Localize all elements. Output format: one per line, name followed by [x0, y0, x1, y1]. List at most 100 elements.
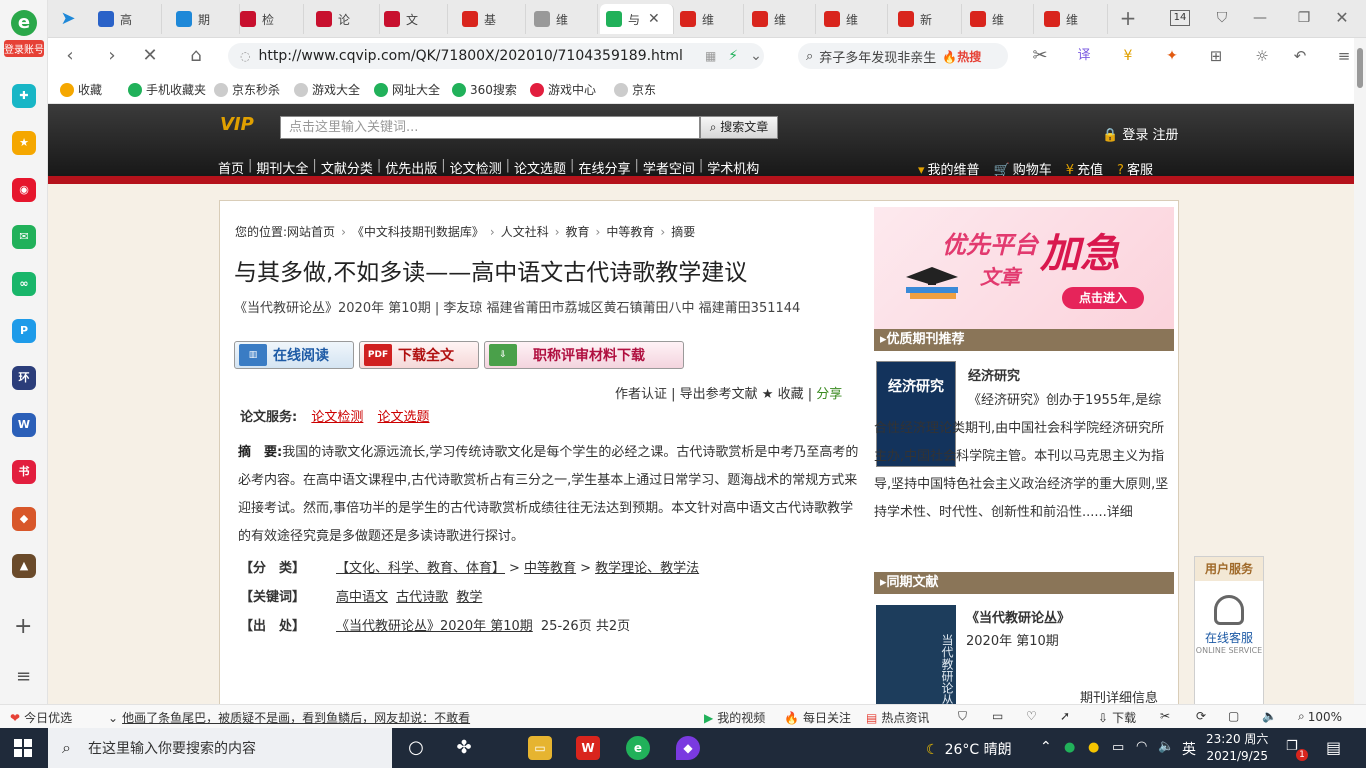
site-nav-item-2[interactable]: 文献分类 — [321, 158, 373, 177]
classification-link-2[interactable]: 中等教育 — [524, 561, 576, 576]
volume-icon[interactable]: 🔈 — [1158, 739, 1174, 754]
site-nav-item-1[interactable]: 期刊大全 — [256, 158, 308, 177]
input-language[interactable]: 英 — [1182, 739, 1196, 759]
tab-4[interactable]: 文 — [378, 4, 448, 34]
tab-1[interactable]: 期 — [170, 4, 240, 34]
shield-icon[interactable]: ⛉ — [958, 709, 967, 724]
bookmark-3[interactable]: 游戏大全 — [294, 81, 360, 98]
scissors-icon[interactable]: ✂ — [1160, 709, 1170, 723]
sidebar-word-icon[interactable]: W — [12, 413, 36, 437]
sidebar-xiaohongshu-icon[interactable]: 书 — [12, 460, 36, 484]
paper-topic-link[interactable]: 论文选题 — [378, 410, 430, 425]
close-tab-icon[interactable]: ✕ — [648, 11, 660, 27]
account-login[interactable]: e 登录账号 — [4, 10, 44, 58]
search-input[interactable]: ⌕ 弃子多年发现非亲生 🔥热搜 — [798, 43, 1008, 69]
site-search-input[interactable]: 点击这里输入关键词... — [280, 116, 700, 139]
journal-cover-contemporary[interactable]: 当代教研论丛 — [876, 605, 956, 704]
refresh-icon[interactable]: ⟳ — [1196, 709, 1206, 723]
undo-icon[interactable]: ↶ — [1288, 44, 1312, 68]
scrollbar-thumb[interactable] — [1357, 48, 1363, 88]
tab-9[interactable]: 维 — [746, 4, 816, 34]
scissors-icon[interactable]: ✂ — [1028, 44, 1052, 68]
action-center-icon[interactable]: ▤ — [1326, 738, 1341, 757]
classification-link-3[interactable]: 教学理论、教学法 — [595, 561, 699, 576]
start-button[interactable] — [14, 739, 32, 757]
brightness-icon[interactable]: ☼ — [1250, 44, 1274, 68]
news-ticker-text[interactable]: 他画了条鱼尾巴，被质疑不是画，看到鱼鳞后，网友却说：不敢看 — [122, 709, 470, 726]
tab-count-badge[interactable]: 14 — [1170, 10, 1190, 26]
close-window-icon[interactable]: ✕ — [1330, 6, 1354, 30]
tab-8[interactable]: 维 — [674, 4, 744, 34]
daily-focus[interactable]: 🔥 每日关注 — [784, 709, 851, 726]
login-link[interactable]: 登录 — [1122, 128, 1148, 143]
breadcrumb-item-4[interactable]: 中等教育 — [606, 225, 654, 239]
tray-app1-icon[interactable]: ● — [1064, 740, 1075, 755]
tab-13[interactable]: 维 — [1038, 4, 1108, 34]
speaker-icon[interactable]: 🔈 — [1262, 709, 1277, 723]
tray-app2-icon[interactable]: ● — [1088, 740, 1099, 755]
site-nav-item-5[interactable]: 论文选题 — [514, 158, 566, 177]
zoom-control[interactable]: ⌕ 100% — [1298, 709, 1342, 724]
priority-publish-ad[interactable]: 优先平台 加急 文章 点击进入 — [874, 207, 1174, 329]
register-link[interactable]: 注册 — [1152, 128, 1178, 143]
tab-12[interactable]: 维 — [964, 4, 1034, 34]
my-videos[interactable]: ▶ 我的视频 — [704, 709, 765, 726]
sidebar-add-button[interactable]: + — [14, 614, 32, 639]
taskbar-search-input[interactable]: ⌕ 在这里输入你要搜索的内容 — [48, 728, 392, 768]
qr-code-icon[interactable]: ▦ — [705, 49, 716, 63]
site-nav-item-4[interactable]: 论文检测 — [450, 158, 502, 177]
breadcrumb-item-2[interactable]: 人文社科 — [501, 225, 549, 239]
sidebar-weibo-icon[interactable]: ◉ — [12, 178, 36, 202]
sidebar-menu-button[interactable]: ≡ — [16, 666, 31, 687]
tab-7[interactable]: 与 ✕ — [600, 4, 674, 34]
site-nav-item-6[interactable]: 在线分享 — [578, 158, 630, 177]
stop-loading-icon[interactable]: ✕ — [138, 44, 162, 68]
battery-icon[interactable]: ▭ — [1112, 740, 1124, 755]
url-dropdown-icon[interactable]: ⌄ — [750, 48, 762, 64]
news-ticker[interactable]: ⌄ 他画了条鱼尾巴，被质疑不是画，看到鱼鳞后，网友却说：不敢看 — [108, 709, 470, 726]
sidebar-p-app-icon[interactable]: P — [12, 319, 36, 343]
url-bar[interactable]: ◌ http://www.cqvip.com/QK/71800X/202010/… — [228, 43, 764, 69]
speed-mode-icon[interactable]: ⚡ — [728, 48, 738, 64]
window-icon[interactable]: ▢ — [1228, 709, 1239, 723]
home-icon[interactable]: ⌂ — [184, 44, 208, 68]
ad-enter-button[interactable]: 点击进入 — [1062, 287, 1144, 309]
tab-5[interactable]: 基 — [456, 4, 526, 34]
site-nav-item-8[interactable]: 学术机构 — [707, 158, 759, 177]
breadcrumb-item-3[interactable]: 教育 — [566, 225, 590, 239]
tab-6[interactable]: 维 — [528, 4, 598, 34]
same-issue-journal-name[interactable]: 《当代教研论丛》 — [966, 607, 1070, 626]
site-nav-item-3[interactable]: 优先出版 — [385, 158, 437, 177]
navigate-icon[interactable]: ➤ — [56, 7, 80, 31]
bookmark-5[interactable]: 360搜索 — [452, 81, 517, 98]
materials-download-button[interactable]: ⇩ 职称评审材料下载 — [484, 341, 684, 369]
bookmark-4[interactable]: 网址大全 — [374, 81, 440, 98]
sidebar-favorites-icon[interactable]: ★ — [12, 131, 36, 155]
forward-icon[interactable]: › — [100, 44, 124, 68]
rocket-icon[interactable]: ➚ — [1060, 709, 1070, 723]
keyword-link-2[interactable]: 古代诗歌 — [396, 590, 448, 605]
skin-icon[interactable]: ⛉ — [1210, 6, 1234, 30]
apps-grid-icon[interactable]: ⊞ — [1204, 44, 1228, 68]
keyword-link-3[interactable]: 教学 — [456, 590, 482, 605]
new-tab-button[interactable]: + — [1116, 6, 1140, 30]
maximize-icon[interactable]: ❐ — [1292, 6, 1316, 30]
bookmark-0[interactable]: 收藏 — [60, 81, 102, 98]
download-fulltext-button[interactable]: PDF 下载全文 — [359, 341, 479, 369]
vip-logo[interactable]: VIP — [220, 114, 270, 140]
read-online-button[interactable]: ▥ 在线阅读 — [234, 341, 354, 369]
journal-name-link[interactable]: 经济研究 — [968, 365, 1020, 384]
image-icon[interactable]: ▭ — [992, 709, 1003, 723]
search-text[interactable]: 弃子多年发现非亲生 — [819, 47, 936, 66]
translate-icon[interactable]: 译 — [1072, 44, 1096, 68]
url-text[interactable]: http://www.cqvip.com/QK/71800X/202010/71… — [258, 48, 682, 64]
game-icon[interactable]: ✦ — [1160, 44, 1184, 68]
coupon-icon[interactable]: ¥ — [1116, 44, 1140, 68]
breadcrumb-item-0[interactable]: 网站首页 — [287, 225, 335, 239]
sidebar-link-icon[interactable]: ∞ — [12, 272, 36, 296]
site-search-button[interactable]: ⌕ 搜索文章 — [700, 116, 778, 139]
share-link[interactable]: 分享 — [816, 387, 842, 402]
wifi-icon[interactable]: ◠ — [1136, 739, 1147, 754]
bookmark-6[interactable]: 游戏中心 — [530, 81, 596, 98]
wps-icon[interactable]: W — [576, 736, 600, 760]
